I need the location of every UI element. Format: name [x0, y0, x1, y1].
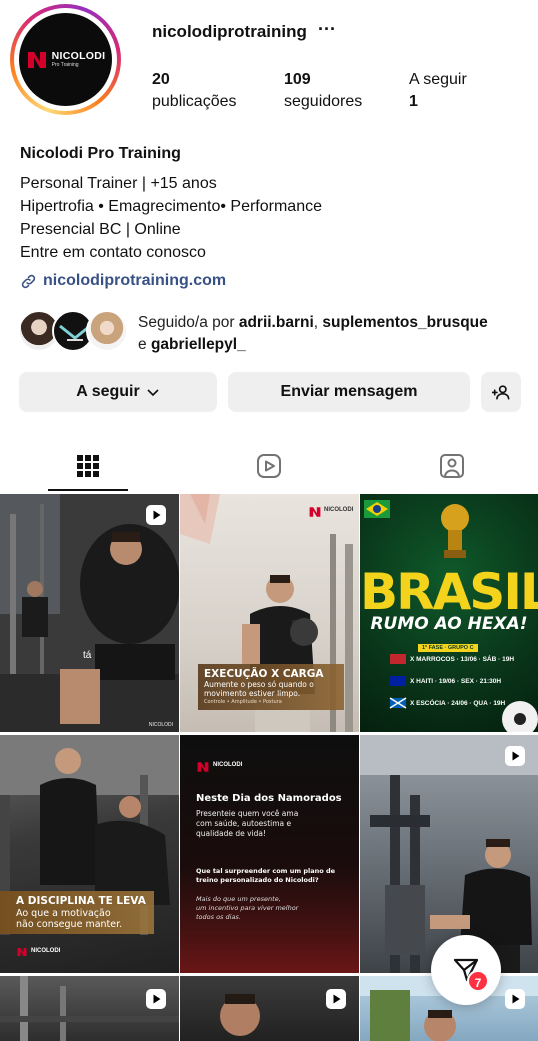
reel-icon — [326, 989, 346, 1009]
bio-line: Hipertrofia • Emagrecimento• Performance — [20, 198, 322, 215]
post-text-block: Que tal surpreender com um plano de trein… — [196, 867, 336, 884]
post-tile[interactable]: tá NICOLODI — [0, 494, 179, 732]
add-person-icon — [492, 385, 510, 400]
reel-icon — [505, 746, 525, 766]
post-caption: tá — [83, 650, 92, 661]
reel-icon — [505, 989, 525, 1009]
link-icon — [21, 274, 36, 288]
bio-line: Presencial BC | Online — [20, 221, 181, 238]
post-brand: NICOLODI — [148, 722, 173, 728]
post-photo — [360, 735, 538, 973]
post-overlay: EXECUÇÃO X CARGA Aumente o peso só quand… — [198, 664, 344, 710]
tab-posts[interactable] — [48, 440, 128, 492]
post-match: X HAITI · 19/06 · SEX · 21:30H — [410, 678, 502, 685]
post-phase: 1ª FASE · GRUPO C — [418, 644, 478, 652]
post-match: X ESCÓCIA · 24/06 · QUA · 19H — [410, 700, 506, 707]
post-photo — [0, 494, 179, 732]
post-tile[interactable]: NICOLODI EXECUÇÃO X CARGA Aumente o peso… — [180, 494, 359, 732]
stat-following-label: A seguir — [409, 71, 467, 88]
post-tile[interactable]: BRASIL RUMO AO HEXA! 1ª FASE · GRUPO C X… — [360, 494, 538, 732]
post-title: Neste Dia dos Namorados — [196, 793, 342, 804]
suggest-people-button[interactable] — [481, 372, 521, 412]
post-text-block: Mais do que um presente, um incentivo par… — [196, 895, 299, 921]
stat-following-count: 1 — [409, 93, 418, 110]
post-title: BRASIL — [360, 563, 538, 621]
post-match: X MARROCOS · 13/06 · SÁB · 19H — [410, 656, 515, 663]
brand-logo-icon — [309, 507, 321, 517]
send-message-button[interactable]: Enviar mensagem — [228, 372, 470, 412]
tab-tagged[interactable] — [412, 440, 492, 492]
post-title: A DISCIPLINA TE LEVA — [16, 895, 146, 907]
brand-logo-icon — [27, 51, 46, 68]
post-brand: NICOLODI — [324, 507, 354, 513]
tab-reels[interactable] — [229, 440, 309, 492]
profile-tabs — [0, 440, 538, 492]
stat-posts-count: 20 — [152, 71, 170, 88]
post-text: Aumente o peso só quando o — [204, 680, 314, 689]
profile-bio: Personal Trainer | +15 anos Hipertrofia … — [20, 172, 322, 264]
profile-full-name: Nicolodi Pro Training — [20, 145, 181, 162]
following-button-label: A seguir — [76, 383, 140, 400]
post-tile[interactable] — [180, 976, 359, 1041]
followed-by[interactable]: Seguido/a por adrii.barni, suplementos_b… — [18, 310, 488, 353]
stat-followers-count: 109 — [284, 71, 311, 88]
reels-icon — [257, 454, 281, 478]
messages-fab-button[interactable]: 7 — [431, 935, 501, 1005]
post-text-block: Presenteie quem você ama com saúde, autoe… — [196, 809, 299, 838]
post-photo — [0, 735, 179, 935]
stat-followers-label: seguidores — [284, 93, 363, 110]
post-subtitle: RUMO AO HEXA! — [370, 614, 528, 634]
tagged-icon — [440, 454, 464, 478]
reel-icon — [146, 505, 166, 525]
follower-avatar — [86, 310, 128, 352]
post-tags: Controle • Amplitude • Postura — [204, 699, 282, 705]
tab-active-indicator — [48, 489, 128, 491]
post-title: EXECUÇÃO X CARGA — [204, 668, 324, 680]
bio-line: Entre em contato conosco — [20, 244, 206, 261]
stat-following[interactable]: A seguir 1 — [409, 69, 467, 113]
post-text: Ao que a motivação — [16, 908, 111, 919]
post-tile[interactable]: A DISCIPLINA TE LEVA Ao que a motivação … — [0, 735, 179, 973]
chevron-down-icon — [147, 389, 159, 397]
post-brand: NICOLODI — [213, 762, 243, 768]
avatar-logo-sub: Pro Training — [51, 62, 79, 69]
post-text: não consegue manter. — [16, 919, 123, 930]
stat-posts-label: publicações — [152, 93, 237, 110]
brand-logo-icon — [197, 762, 209, 772]
username: nicolodiprotraining — [152, 22, 307, 41]
stat-followers[interactable]: 109 seguidores — [284, 69, 362, 113]
post-brand: NICOLODI — [31, 948, 61, 954]
profile-avatar-ring[interactable]: NICOLODI Pro Training — [10, 4, 121, 115]
post-overlay: A DISCIPLINA TE LEVA Ao que a motivação … — [0, 891, 154, 934]
avatar-logo-text: NICOLODI — [51, 49, 106, 62]
followed-by-text: Seguido/a por adrii.barni, suplementos_b… — [138, 314, 488, 353]
reel-icon — [146, 989, 166, 1009]
profile-link[interactable]: nicolodiprotraining.com — [20, 272, 226, 290]
unread-badge: 7 — [467, 970, 489, 992]
profile-avatar[interactable]: NICOLODI Pro Training — [19, 13, 112, 106]
post-tile[interactable] — [0, 976, 179, 1041]
post-tile[interactable]: NICOLODI Neste Dia dos Namorados Present… — [180, 735, 359, 973]
post-tile[interactable] — [360, 735, 538, 973]
brand-logo-icon — [17, 948, 27, 956]
send-message-label: Enviar mensagem — [280, 383, 418, 400]
grid-icon — [77, 455, 99, 477]
stat-posts[interactable]: 20 publicações — [152, 69, 237, 113]
profile-link-text: nicolodiprotraining.com — [43, 272, 227, 289]
bio-line: Personal Trainer | +15 anos — [20, 175, 217, 192]
post-text: movimento estiver limpo. — [204, 689, 301, 698]
following-button[interactable]: A seguir — [19, 372, 217, 412]
more-options-button[interactable]: ··· — [317, 18, 337, 40]
